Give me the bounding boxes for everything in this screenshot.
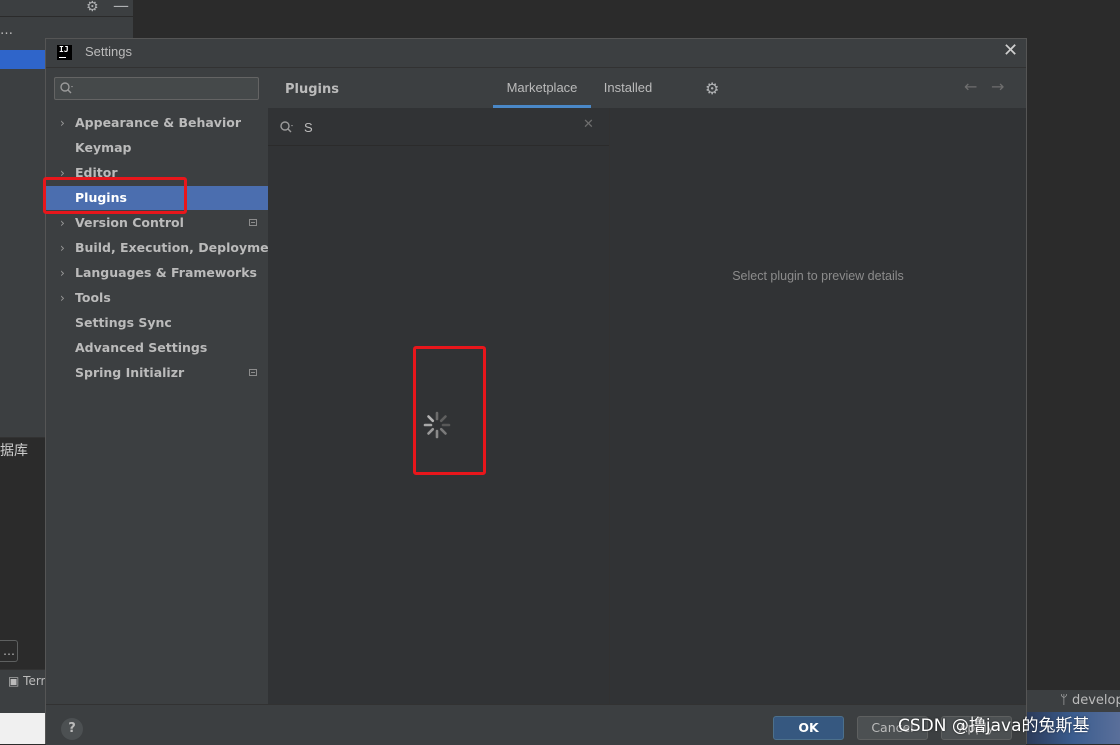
dialog-title: Settings <box>85 44 132 59</box>
gear-icon[interactable]: ⚙ <box>705 79 719 98</box>
background-minimize-icon[interactable]: — <box>113 0 129 15</box>
chevron-right-icon[interactable]: › <box>60 261 65 285</box>
plugins-header: Plugins Marketplace Installed ⚙ ← → <box>268 68 1026 109</box>
search-icon <box>60 82 73 94</box>
sidebar-search-input[interactable] <box>54 77 259 100</box>
annotation-highlight-plugins <box>43 177 187 214</box>
plugin-search-input[interactable] <box>304 117 574 137</box>
help-icon[interactable]: ? <box>61 718 83 740</box>
background-taskbar <box>0 713 45 744</box>
plugin-search-bar: ✕ <box>268 108 609 146</box>
sidebar-item-spring-initializr[interactable]: Spring Initializr <box>46 361 268 385</box>
back-arrow-icon[interactable]: ← <box>964 77 977 96</box>
sidebar-item-label: Build, Execution, Deployment <box>75 240 284 255</box>
empty-state-text: Select plugin to preview details <box>732 269 904 283</box>
settings-sidebar: › Appearance & Behavior Keymap › Editor Plugi… <box>46 68 283 704</box>
background-button[interactable]: … <box>0 640 18 662</box>
sidebar-item-version-control[interactable]: › Version Control <box>46 211 268 235</box>
sidebar-item-languages-frameworks[interactable]: › Languages & Frameworks <box>46 261 268 285</box>
chevron-right-icon[interactable]: › <box>60 236 65 260</box>
sidebar-item-label: Keymap <box>75 140 132 155</box>
ok-button[interactable]: OK <box>773 716 844 740</box>
background-text-fragment: … <box>0 23 13 38</box>
background-selected-row <box>0 50 45 69</box>
sidebar-item-label: Advanced Settings <box>75 340 208 355</box>
search-icon[interactable] <box>279 119 295 135</box>
dialog-titlebar[interactable]: IJ Settings ✕ <box>46 39 1026 68</box>
sidebar-item-appearance-behavior[interactable]: › Appearance & Behavior <box>46 111 268 135</box>
sidebar-item-label: Spring Initializr <box>75 365 185 380</box>
tab-marketplace[interactable]: Marketplace <box>493 80 591 108</box>
intellij-logo-icon: IJ <box>57 45 72 60</box>
watermark: CSDN @撸java的兔斯基 <box>898 716 1090 736</box>
plugins-panel: Plugins Marketplace Installed ⚙ ← → ✕ <box>268 68 1026 704</box>
project-level-icon <box>249 369 257 376</box>
background-lower-panel <box>0 437 45 670</box>
project-level-icon <box>249 219 257 226</box>
sidebar-item-tools[interactable]: › Tools <box>46 286 268 310</box>
sidebar-item-keymap[interactable]: Keymap <box>46 136 268 160</box>
sidebar-item-label: Tools <box>75 290 111 305</box>
sidebar-item-label: Version Control <box>75 215 184 230</box>
clear-search-icon[interactable]: ✕ <box>583 117 594 132</box>
sidebar-item-label: Languages & Frameworks <box>75 265 257 280</box>
background-branch-widget[interactable]: ᛘ develop <box>1060 693 1120 708</box>
plugin-detail-pane: Select plugin to preview details <box>610 108 1026 704</box>
sidebar-item-label: Settings Sync <box>75 315 172 330</box>
settings-dialog: IJ Settings ✕ › Appearance & Behavior Keym… <box>45 38 1027 745</box>
git-branch-icon: ᛘ <box>1060 693 1072 708</box>
chevron-right-icon[interactable]: › <box>60 211 65 235</box>
sidebar-item-advanced-settings[interactable]: Advanced Settings <box>46 336 268 360</box>
sidebar-item-label: Appearance & Behavior <box>75 115 241 130</box>
terminal-icon: ▣ <box>8 674 24 688</box>
chevron-right-icon[interactable]: › <box>60 286 65 310</box>
sidebar-item-build-execution-deployment[interactable]: › Build, Execution, Deployment <box>46 236 283 260</box>
tab-installed[interactable]: Installed <box>600 80 656 108</box>
page-title: Plugins <box>285 82 339 97</box>
sidebar-item-settings-sync[interactable]: Settings Sync <box>46 311 268 335</box>
background-cjk-text: 据库 <box>0 443 28 459</box>
background-gear-icon[interactable]: ⚙ <box>86 0 99 15</box>
close-icon[interactable]: ✕ <box>1003 42 1018 60</box>
dialog-footer: ? OK Cancel Apply <box>46 704 1026 745</box>
forward-arrow-icon[interactable]: → <box>991 77 1004 96</box>
branch-label: develop <box>1071 693 1120 708</box>
chevron-right-icon[interactable]: › <box>60 111 65 135</box>
annotation-highlight-spinner <box>413 346 486 475</box>
